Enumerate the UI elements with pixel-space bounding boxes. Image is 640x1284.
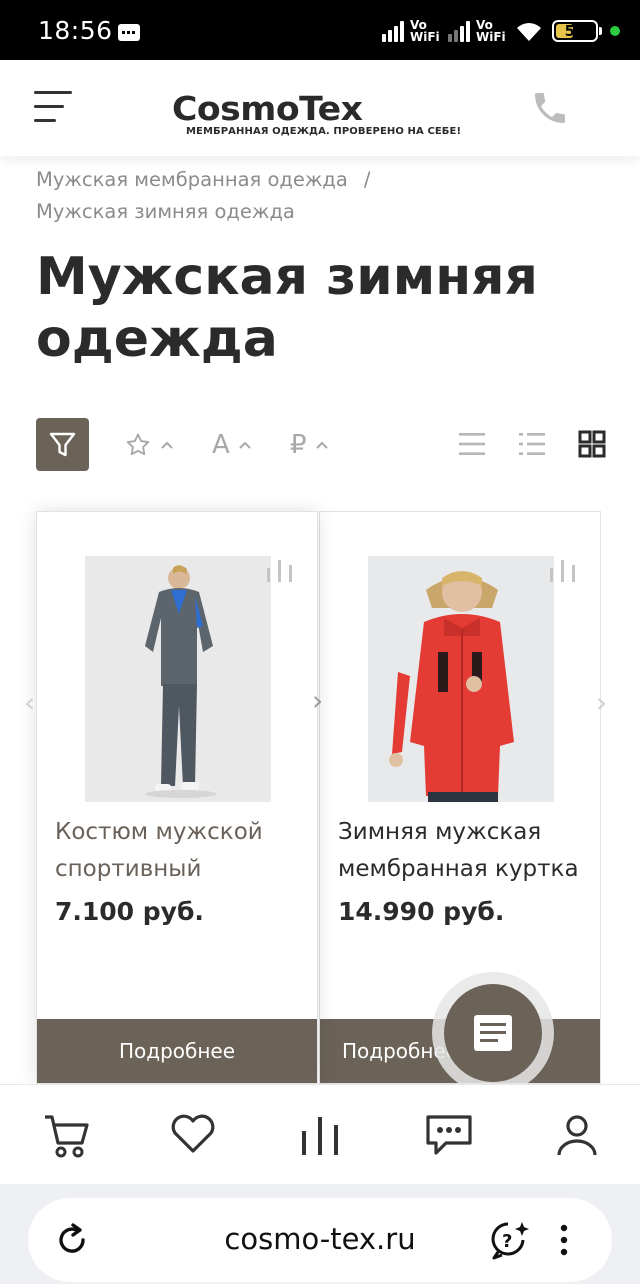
status-bar: 18:56 Vo WiFi Vo WiFi 50: [0, 0, 640, 60]
assistant-help-icon[interactable]: ?: [488, 1218, 532, 1262]
signal-icon: [382, 20, 404, 42]
svg-text:?: ?: [502, 1231, 512, 1252]
product-price: 14.990 руб.: [338, 897, 505, 926]
page-title: Мужская зимняя одежда: [36, 247, 538, 369]
compare-icon[interactable]: [548, 560, 578, 582]
compare-icon[interactable]: [296, 1111, 346, 1159]
heart-icon[interactable]: [168, 1111, 218, 1159]
hamburger-icon[interactable]: [34, 89, 72, 125]
wifi-icon: [517, 23, 541, 41]
product-image[interactable]: [368, 556, 554, 802]
breadcrumb-link-winter[interactable]: Мужская зимняя одежда: [36, 196, 370, 228]
chevron-up-icon: [239, 441, 251, 449]
user-icon[interactable]: [552, 1111, 602, 1159]
product-card[interactable]: Костюм мужской спортивный 7.100 руб. Под…: [36, 511, 318, 1084]
status-time: 18:56: [38, 16, 113, 45]
battery-icon: 50: [552, 20, 602, 42]
browser-bar: cosmo-tex.ru ?: [0, 1184, 640, 1284]
breadcrumb: Мужская мембранная одежда / Мужская зимня…: [36, 164, 370, 228]
product-price: 7.100 руб.: [55, 897, 204, 926]
cart-icon[interactable]: [42, 1111, 92, 1159]
address-bar[interactable]: cosmo-tex.ru ?: [28, 1198, 612, 1282]
site-header: CosmoTex МЕМБРАННАЯ ОДЕЖДА. ПРОВЕРЕНО НА…: [0, 60, 640, 156]
phone-icon[interactable]: [530, 88, 570, 128]
sort-by-name[interactable]: А: [212, 428, 252, 462]
message-notification-icon: [118, 24, 140, 41]
breadcrumb-link-membrane[interactable]: Мужская мембранная одежда: [36, 168, 348, 191]
chevron-up-icon: [161, 441, 173, 449]
vowifi-label: Vo WiFi: [410, 18, 440, 44]
chevron-up-icon: [315, 441, 328, 449]
details-button[interactable]: Подробнее: [37, 1019, 317, 1083]
vowifi-label-2: Vo WiFi: [476, 18, 506, 44]
product-image[interactable]: [85, 556, 271, 802]
logo-wordmark: CosmoTex: [172, 89, 363, 128]
product-name[interactable]: Костюм мужской спортивный: [55, 814, 315, 888]
more-vert-icon[interactable]: [554, 1220, 574, 1260]
chat-fab-button[interactable]: [444, 984, 542, 1082]
logo[interactable]: CosmoTex МЕМБРАННАЯ ОДЕЖДА. ПРОВЕРЕНО НА…: [172, 90, 461, 146]
sort-by-rating[interactable]: [124, 428, 174, 462]
sort-name-letter: А: [212, 430, 230, 460]
product-name[interactable]: Зимняя мужская мембранная куртка: [338, 814, 598, 888]
chat-icon[interactable]: [424, 1111, 474, 1159]
image-next-icon[interactable]: ›: [312, 684, 323, 717]
carousel-prev-icon[interactable]: ‹: [24, 686, 35, 719]
privacy-indicator-dot: [610, 26, 620, 36]
compare-icon[interactable]: [265, 560, 295, 582]
carousel-next-icon[interactable]: ›: [596, 686, 607, 719]
star-icon: [126, 433, 150, 456]
list-compact-icon[interactable]: [518, 430, 546, 458]
sort-by-price[interactable]: ₽: [290, 428, 329, 462]
signal-icon-2: [448, 20, 470, 42]
document-chat-icon: [474, 1015, 512, 1051]
grid-icon[interactable]: [578, 430, 606, 458]
battery-level: 50: [564, 22, 586, 40]
breadcrumb-separator: /: [363, 168, 371, 191]
ruble-icon: ₽: [290, 430, 307, 460]
filter-icon: [49, 432, 76, 457]
filter-button[interactable]: [36, 418, 89, 471]
list-icon[interactable]: [458, 430, 486, 458]
bottom-navigation: [0, 1084, 640, 1184]
